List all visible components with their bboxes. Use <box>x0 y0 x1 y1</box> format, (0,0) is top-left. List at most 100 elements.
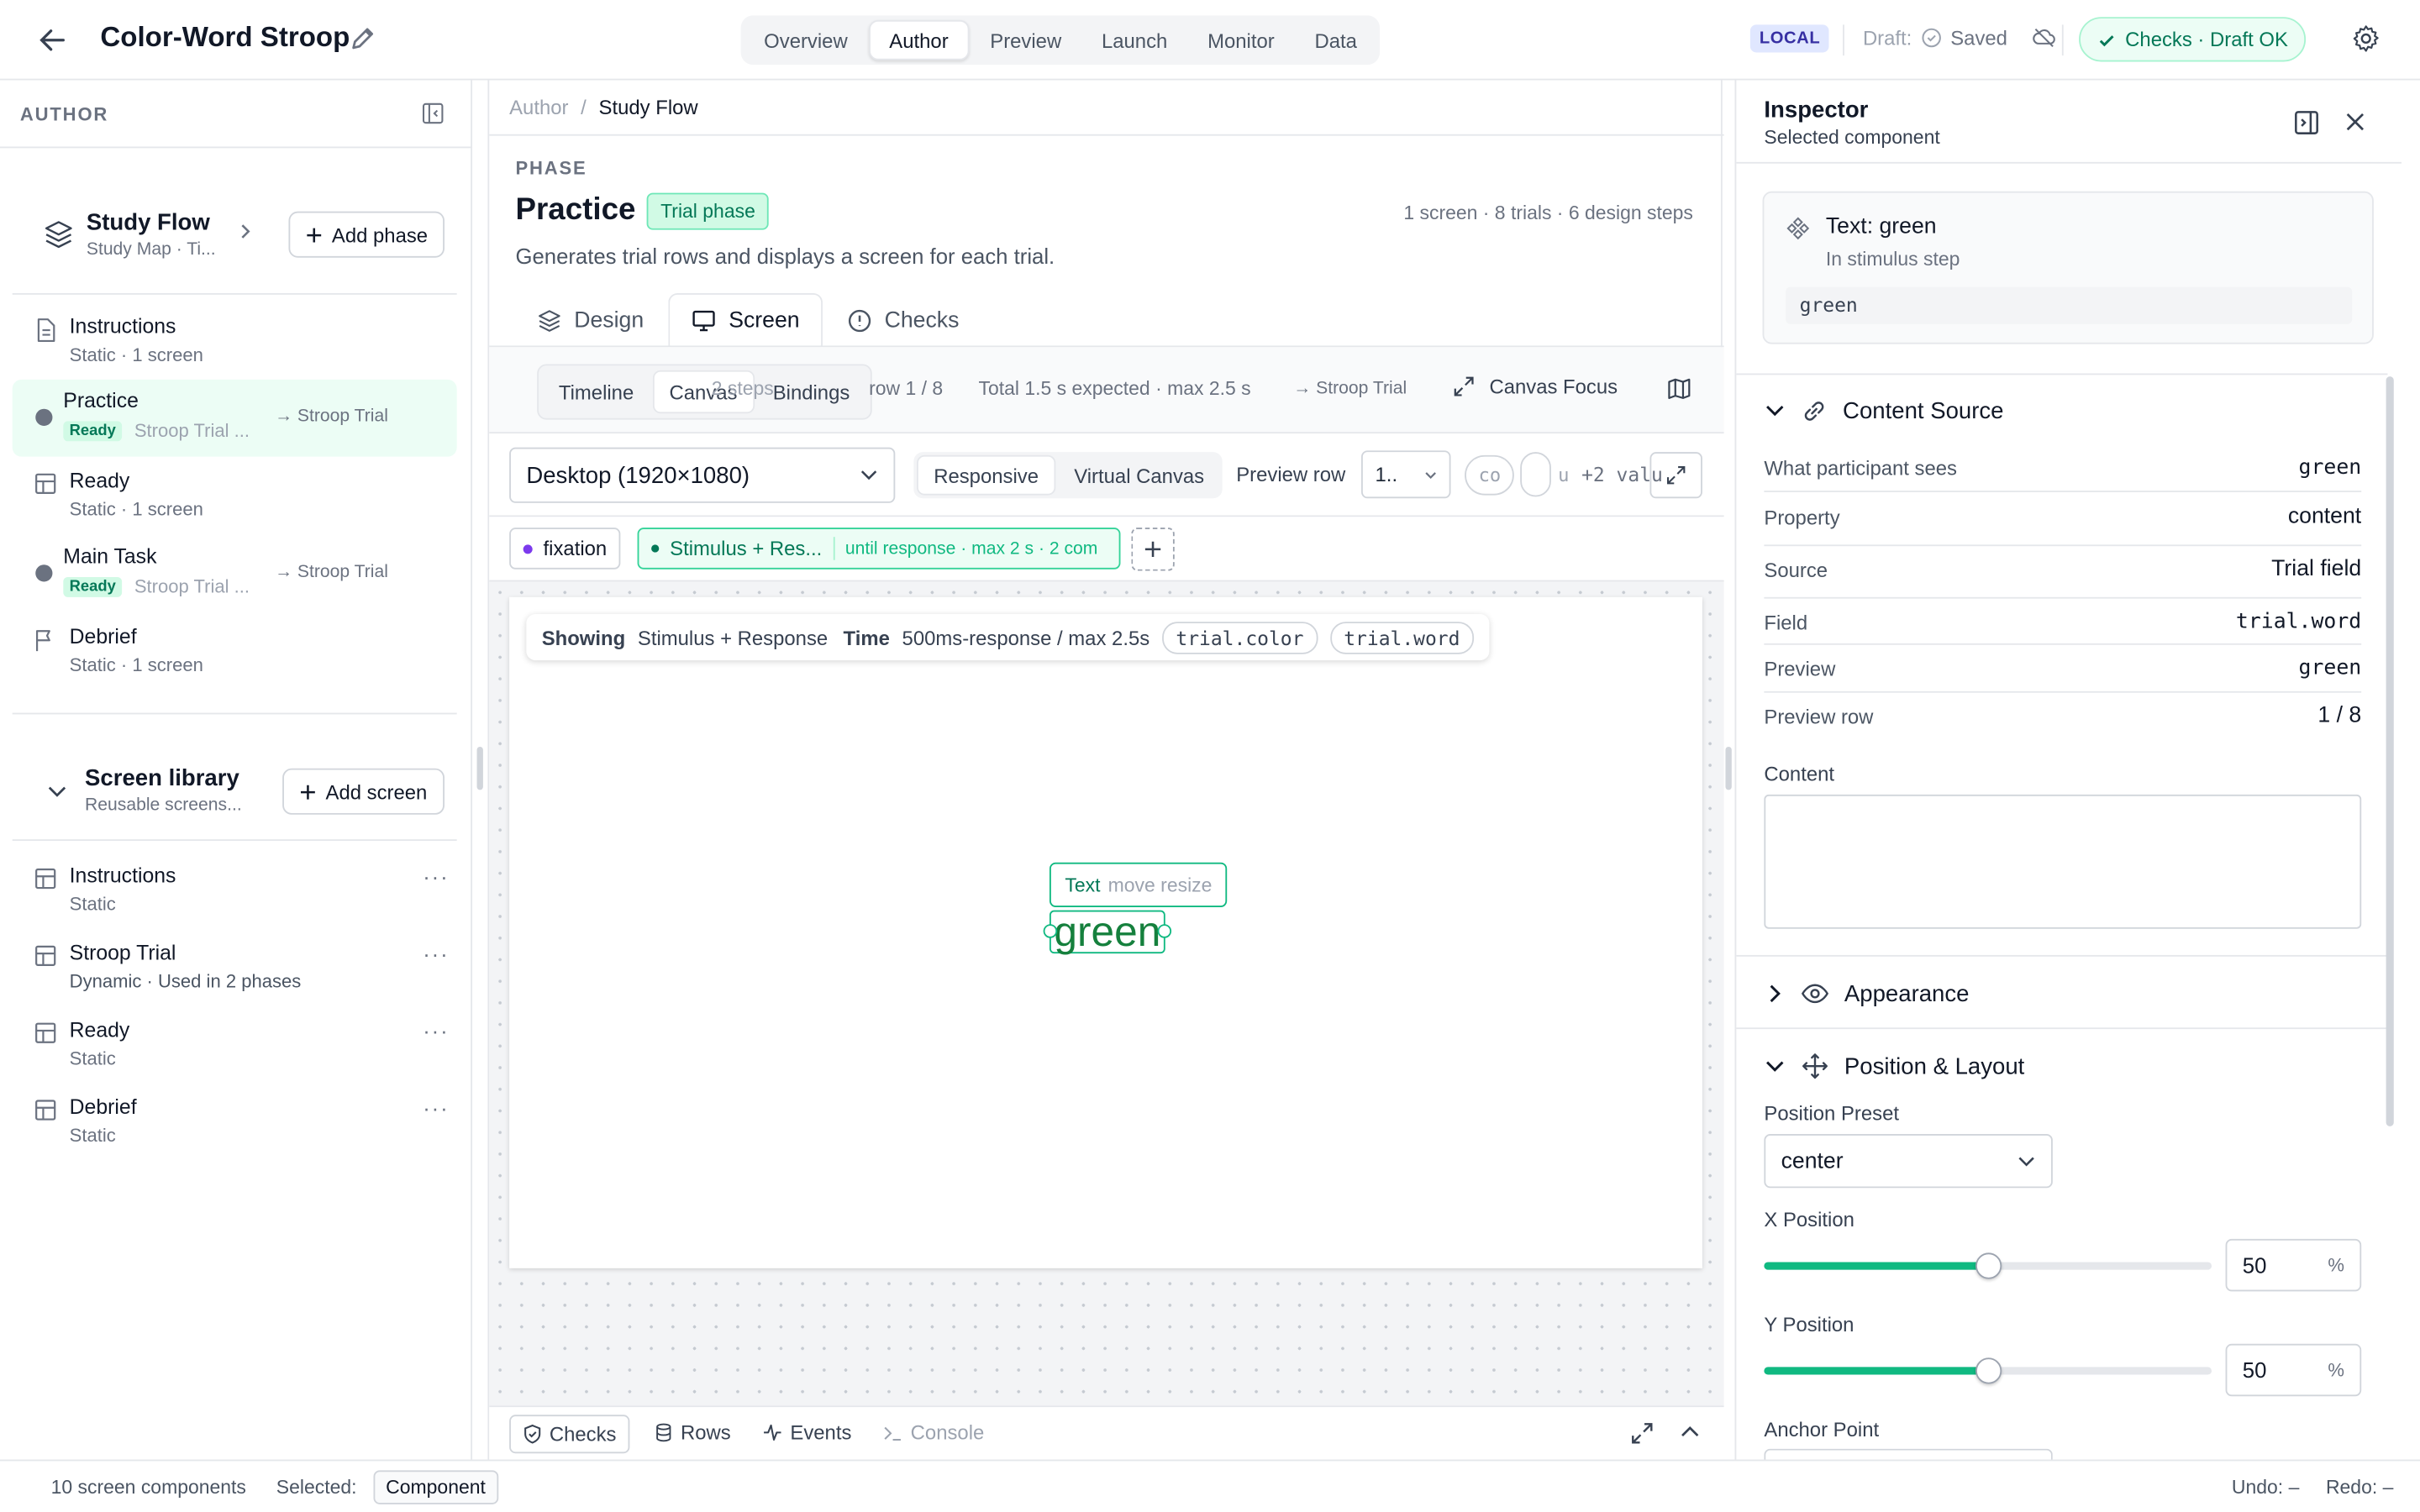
breadcrumb-author[interactable]: Author <box>509 96 568 119</box>
add-step-button[interactable] <box>1131 528 1175 571</box>
add-phase-button[interactable]: Add phase <box>288 211 445 258</box>
library-item-instructions[interactable]: Instructions Static ··· <box>13 861 457 932</box>
device-select[interactable]: Desktop (1920×1080) <box>509 447 896 503</box>
alert-circle-icon <box>848 307 872 332</box>
checks-status-button[interactable]: Checks · Draft OK <box>2079 17 2307 62</box>
step-chip-fixation[interactable]: fixation <box>509 528 621 570</box>
tab-launch[interactable]: Launch <box>1083 20 1186 60</box>
more-options-icon[interactable]: ··· <box>423 864 449 889</box>
status-bar: 10 screen components Selected: Component… <box>0 1459 2420 1512</box>
tab-checks[interactable]: Checks <box>826 293 981 347</box>
library-item-debrief[interactable]: Debrief Static ··· <box>13 1092 457 1163</box>
study-flow-card[interactable]: Study Flow Study Map · Ti... Add phase <box>15 170 456 290</box>
resize-handle-west[interactable] <box>1043 924 1058 938</box>
bottom-tab-console[interactable]: Console <box>883 1421 984 1444</box>
library-item-stroop-trial[interactable]: Stroop Trial Dynamic · Used in 2 phases … <box>13 938 457 1009</box>
fullscreen-button[interactable] <box>1649 452 1702 499</box>
resize-handle-left[interactable] <box>476 746 483 790</box>
step-label: fixation <box>543 537 608 560</box>
bottom-tab-events[interactable]: Events <box>762 1421 851 1444</box>
layout-icon <box>34 867 57 890</box>
showing-bar: Showing Stimulus + Response Time 500ms-r… <box>526 614 1490 661</box>
content-textarea[interactable] <box>1764 794 2362 929</box>
chevron-right-icon[interactable] <box>238 222 253 240</box>
x-position-input[interactable]: 50 % <box>2225 1238 2362 1292</box>
appearance-section-header[interactable]: Appearance <box>1764 977 2375 1011</box>
position-section-header[interactable]: Position & Layout <box>1764 1049 2375 1083</box>
screen-link[interactable]: → Stroop Trial <box>275 563 388 581</box>
library-item-ready[interactable]: Ready Static ··· <box>13 1016 457 1086</box>
tab-preview[interactable]: Preview <box>971 20 1080 60</box>
cloud-off-icon[interactable] <box>2032 26 2055 50</box>
slider-thumb[interactable] <box>1975 1252 2002 1279</box>
preview-row-select[interactable]: 1.. <box>1361 450 1451 499</box>
position-preset-select[interactable]: center <box>1764 1134 2053 1189</box>
tab-design[interactable]: Design <box>515 293 665 347</box>
gear-icon[interactable] <box>2350 24 2381 55</box>
library-item-title: Debrief <box>69 1095 137 1119</box>
virtual-canvas-button[interactable]: Virtual Canvas <box>1059 455 1220 496</box>
x-position-slider[interactable] <box>1764 1247 2212 1284</box>
env-badge: LOCAL <box>1749 24 1830 53</box>
phase-item-practice[interactable]: Practice Ready Stroop Trial ... → Stroop… <box>12 379 457 457</box>
step-chip-stimulus[interactable]: Stimulus + Res... until response · max 2… <box>637 528 1121 570</box>
tab-screen[interactable]: Screen <box>668 292 823 348</box>
binding-chip[interactable]: trial.color <box>1161 621 1318 654</box>
more-options-icon[interactable]: ··· <box>423 1018 449 1042</box>
chevron-up-icon[interactable] <box>1679 1424 1701 1439</box>
chevron-down-icon[interactable] <box>46 784 68 799</box>
canvas-focus-button[interactable]: Canvas Focus <box>1452 375 1618 398</box>
tab-author[interactable]: Author <box>869 19 969 60</box>
save-status: Draft: Saved <box>1863 26 2055 50</box>
undo-status[interactable]: Undo: – <box>2232 1477 2299 1499</box>
inspector-scrollbar[interactable] <box>2386 376 2394 1126</box>
phase-item-instructions[interactable]: Instructions Static · 1 screen <box>13 306 457 383</box>
phase-item-debrief[interactable]: Debrief Static · 1 screen <box>13 616 457 693</box>
add-screen-button[interactable]: Add screen <box>282 768 445 815</box>
time-label: Time <box>843 625 890 649</box>
pencil-icon[interactable] <box>349 24 376 52</box>
component-icon <box>1786 216 1810 240</box>
slider-thumb[interactable] <box>1975 1357 2002 1384</box>
y-position-input[interactable]: 50 % <box>2225 1343 2362 1397</box>
maximize-panel-icon[interactable] <box>1630 1421 1655 1446</box>
collapse-sidebar-icon[interactable] <box>421 102 445 125</box>
resize-handle-east[interactable] <box>1157 924 1172 938</box>
phase-item-ready[interactable]: Ready Static · 1 screen <box>13 459 457 537</box>
timeline-view-button[interactable]: Timeline <box>544 370 650 413</box>
tab-overview[interactable]: Overview <box>745 20 866 60</box>
more-options-icon[interactable]: ··· <box>423 1095 449 1120</box>
more-options-icon[interactable]: ··· <box>423 941 449 965</box>
stimulus-text-element[interactable]: green <box>1043 910 1172 954</box>
close-icon[interactable] <box>2344 111 2366 133</box>
component-count: 10 screen components <box>50 1476 246 1499</box>
y-position-slider[interactable] <box>1764 1352 2212 1389</box>
tab-data[interactable]: Data <box>1296 20 1376 60</box>
responsive-button[interactable]: Responsive <box>917 454 1056 496</box>
resize-handle-right[interactable] <box>1725 746 1732 790</box>
plus-icon <box>1144 540 1162 559</box>
tab-monitor[interactable]: Monitor <box>1189 20 1293 60</box>
text-element-handle[interactable]: Text move resize <box>1049 862 1228 908</box>
value-chip[interactable]: co <box>1465 454 1515 495</box>
screen-link[interactable]: → Stroop Trial <box>1293 380 1407 398</box>
binding-chip[interactable]: trial.word <box>1329 621 1474 654</box>
map-icon[interactable] <box>1667 376 1691 401</box>
total-duration: Total 1.5 s expected · max 2.5 s <box>978 378 1251 400</box>
render-mode-toggle: Responsive Virtual Canvas <box>913 452 1223 499</box>
dock-panel-icon[interactable] <box>2293 109 2319 135</box>
kv-row: Property content <box>1764 505 2361 529</box>
add-phase-label: Add phase <box>331 223 429 246</box>
layout-icon <box>34 1099 57 1122</box>
redo-status[interactable]: Redo: – <box>2326 1477 2393 1499</box>
screen-link[interactable]: → Stroop Trial <box>275 407 388 426</box>
back-arrow-icon[interactable] <box>34 22 71 59</box>
bottom-tab-rows[interactable]: Rows <box>655 1421 731 1444</box>
value-chip[interactable] <box>1521 452 1552 497</box>
ready-badge: Ready <box>63 420 123 441</box>
top-bar: Color-Word Stroop Overview Author Previe… <box>0 0 2420 81</box>
canvas-sheet[interactable]: Showing Stimulus + Response Time 500ms-r… <box>509 596 1702 1268</box>
content-source-section-header[interactable]: Content Source <box>1764 393 2375 427</box>
bottom-tab-checks[interactable]: Checks <box>509 1415 631 1454</box>
phase-item-main-task[interactable]: Main Task Ready Stroop Trial ... → Stroo… <box>13 535 457 612</box>
